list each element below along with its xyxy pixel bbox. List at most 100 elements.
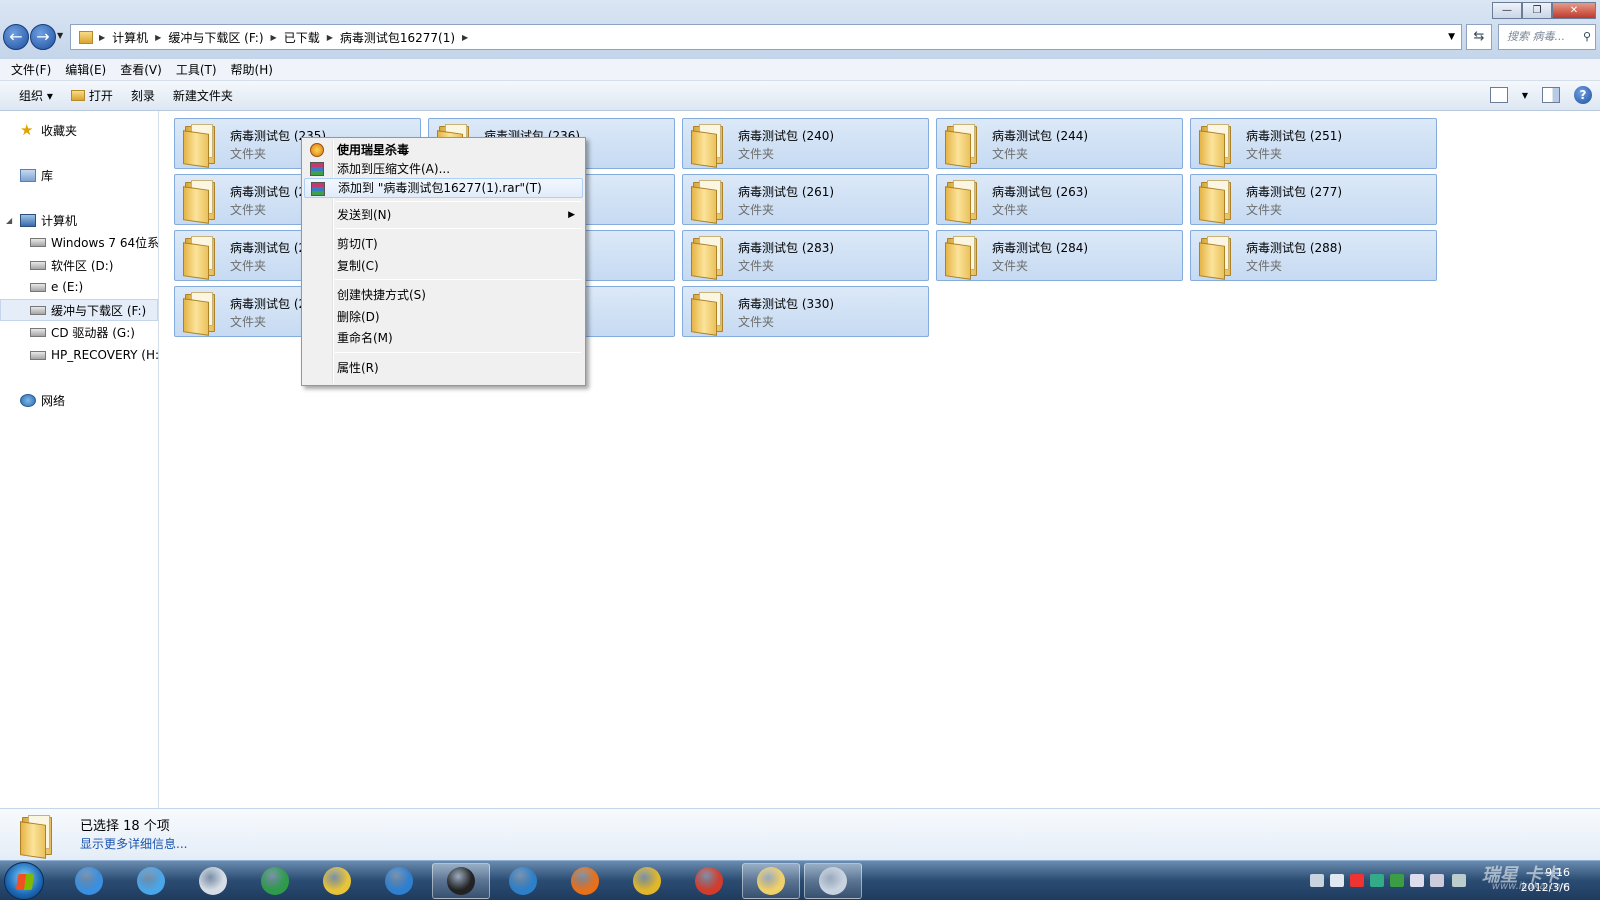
taskbar-app-button[interactable] xyxy=(494,863,552,899)
back-button[interactable]: ← xyxy=(3,24,29,50)
paper-plane-icon xyxy=(385,867,413,895)
taskbar-app-button[interactable] xyxy=(370,863,428,899)
clock[interactable]: 9:16 2012/3/6 xyxy=(1521,865,1570,895)
taskbar-app-button[interactable] xyxy=(432,863,490,899)
folder-type: 文件夹 xyxy=(992,147,1029,161)
nav-drive-f[interactable]: 缓冲与下载区 (F:) xyxy=(0,299,158,321)
taskbar-app-button[interactable] xyxy=(60,863,118,899)
organize-button[interactable]: 组织 ▾ xyxy=(10,87,62,104)
drive-icon xyxy=(30,305,46,315)
address-history-dropdown[interactable]: ▼ xyxy=(1448,32,1455,42)
qq-tray-icon[interactable] xyxy=(1350,874,1364,887)
nav-drive-g[interactable]: CD 驱动器 (G:) xyxy=(0,321,158,343)
folder-tile[interactable]: 病毒测试包 (263) 文件夹 xyxy=(936,174,1183,225)
close-button[interactable]: ✕ xyxy=(1552,2,1596,19)
nav-drive-c[interactable]: Windows 7 64位系统 xyxy=(0,231,158,253)
folder-name: 病毒测试包 (240) xyxy=(738,129,835,143)
taskbar-app-button[interactable] xyxy=(246,863,304,899)
new-folder-button[interactable]: 新建文件夹 xyxy=(164,87,242,104)
nav-drive-g-label: CD 驱动器 (G:) xyxy=(51,325,135,340)
restore-button[interactable]: ❐ xyxy=(1522,2,1552,19)
ctx-add-archive[interactable]: 添加到压缩文件(A)... xyxy=(304,159,583,179)
search-input[interactable]: 搜索 病毒... ⚲ xyxy=(1498,24,1596,50)
collapse-icon[interactable]: ◢ xyxy=(6,216,16,225)
minimize-button[interactable]: — xyxy=(1492,2,1522,19)
open-button[interactable]: 打开 xyxy=(62,87,122,104)
nav-drive-d[interactable]: 软件区 (D:) xyxy=(0,254,158,276)
ctx-send-to[interactable]: 发送到(N) ▶ xyxy=(304,205,583,225)
drive-icon xyxy=(30,260,46,270)
folder-tile[interactable]: 病毒测试包 (277) 文件夹 xyxy=(1190,174,1437,225)
breadcrumb-drive-f[interactable]: 缓冲与下载区 (F:) xyxy=(161,29,270,46)
breadcrumb-downloaded[interactable]: 已下载 xyxy=(277,29,327,46)
folder-tile[interactable]: 病毒测试包 (244) 文件夹 xyxy=(936,118,1183,169)
folder-name: 病毒测试包 (2 xyxy=(230,241,307,255)
preview-pane-icon[interactable] xyxy=(1542,87,1560,103)
ctx-add-to-rar[interactable]: 添加到 "病毒测试包16277(1).rar"(T) xyxy=(304,178,583,198)
menu-tools[interactable]: 工具(T) xyxy=(169,61,224,78)
menu-file[interactable]: 文件(F) xyxy=(4,61,58,78)
taskbar-app-button[interactable] xyxy=(680,863,738,899)
ctx-create-shortcut-label: 创建快捷方式(S) xyxy=(337,288,426,302)
nav-favorites[interactable]: ★ 收藏夹 xyxy=(0,119,158,141)
nav-drive-e[interactable]: e (E:) xyxy=(0,276,158,298)
burn-button[interactable]: 刻录 xyxy=(122,87,164,104)
nav-network[interactable]: 网络 xyxy=(0,389,158,411)
menu-edit[interactable]: 编辑(E) xyxy=(58,61,113,78)
folder-tile[interactable]: 病毒测试包 (240) 文件夹 xyxy=(682,118,929,169)
flag-icon[interactable] xyxy=(1430,874,1444,887)
taskbar-app-button[interactable] xyxy=(122,863,180,899)
umbrella-icon[interactable] xyxy=(1390,874,1404,887)
system-tray: 瑞星 卡卡 www.ikaka.com 9:16 2012/3/6 xyxy=(1290,861,1600,901)
ctx-scan-rising[interactable]: 使用瑞星杀毒 xyxy=(304,140,583,160)
chevron-right-icon[interactable]: ▶ xyxy=(462,33,468,42)
taskbar-app-button[interactable] xyxy=(618,863,676,899)
folder-tile[interactable]: 病毒测试包 (251) 文件夹 xyxy=(1190,118,1437,169)
breadcrumb-current-folder[interactable]: 病毒测试包16277(1) xyxy=(333,29,462,46)
network-status-icon[interactable] xyxy=(1410,874,1424,887)
volume-icon[interactable] xyxy=(1452,874,1466,887)
ctx-delete[interactable]: 删除(D) xyxy=(304,307,583,327)
taskbar-app-button[interactable] xyxy=(804,863,862,899)
taskbar-app-button[interactable] xyxy=(308,863,366,899)
keyboard-icon[interactable] xyxy=(1310,874,1324,887)
ctx-properties[interactable]: 属性(R) xyxy=(304,358,583,378)
taskbar-app-button[interactable] xyxy=(184,863,242,899)
input-method-icon[interactable] xyxy=(1370,874,1384,887)
forward-button[interactable]: → xyxy=(30,24,56,50)
tray-expand-icon[interactable] xyxy=(1330,874,1344,887)
firefox-icon xyxy=(571,867,599,895)
ctx-copy[interactable]: 复制(C) xyxy=(304,256,583,276)
taskbar-app-button[interactable] xyxy=(742,863,800,899)
nav-computer[interactable]: ◢ 计算机 xyxy=(0,209,158,231)
taskbar-app-button[interactable] xyxy=(556,863,614,899)
help-icon[interactable]: ? xyxy=(1574,86,1592,104)
show-more-details-link[interactable]: 显示更多详细信息... xyxy=(80,835,187,852)
nav-libraries-label: 库 xyxy=(41,168,54,183)
nav-libraries[interactable]: 库 xyxy=(0,164,158,186)
change-view-icon[interactable] xyxy=(1489,87,1508,103)
ctx-create-shortcut[interactable]: 创建快捷方式(S) xyxy=(304,285,583,305)
ctx-rename[interactable]: 重命名(M) xyxy=(304,328,583,348)
breadcrumb-computer[interactable]: 计算机 xyxy=(105,29,155,46)
view-dropdown-icon[interactable]: ▼ xyxy=(1522,91,1528,100)
recent-pages-dropdown[interactable]: ▼ xyxy=(57,31,63,40)
address-bar[interactable]: ▶ 计算机 ▶ 缓冲与下载区 (F:) ▶ 已下载 ▶ 病毒测试包16277(1… xyxy=(70,24,1462,50)
folder-tile[interactable]: 病毒测试包 (261) 文件夹 xyxy=(682,174,929,225)
folder-tile[interactable]: 病毒测试包 (330) 文件夹 xyxy=(682,286,929,337)
ctx-cut[interactable]: 剪切(T) xyxy=(304,234,583,254)
refresh-button[interactable]: ⇆ xyxy=(1466,24,1492,50)
menu-view[interactable]: 查看(V) xyxy=(113,61,169,78)
folder-type: 文件夹 xyxy=(1246,147,1283,161)
folder-icon xyxy=(691,123,727,168)
start-button[interactable] xyxy=(4,862,44,900)
folder-tile[interactable]: 病毒测试包 (283) 文件夹 xyxy=(682,230,929,281)
menu-help[interactable]: 帮助(H) xyxy=(224,61,280,78)
search-icon[interactable]: ⚲ xyxy=(1583,25,1591,49)
folder-tile[interactable]: 病毒测试包 (288) 文件夹 xyxy=(1190,230,1437,281)
folder-icon xyxy=(691,235,727,280)
nav-drive-h[interactable]: HP_RECOVERY (H:) xyxy=(0,344,158,366)
command-bar: 组织 ▾ 打开 刻录 新建文件夹 ▼ ? xyxy=(0,81,1600,111)
folder-tile[interactable]: 病毒测试包 (284) 文件夹 xyxy=(936,230,1183,281)
library-icon xyxy=(20,168,36,182)
